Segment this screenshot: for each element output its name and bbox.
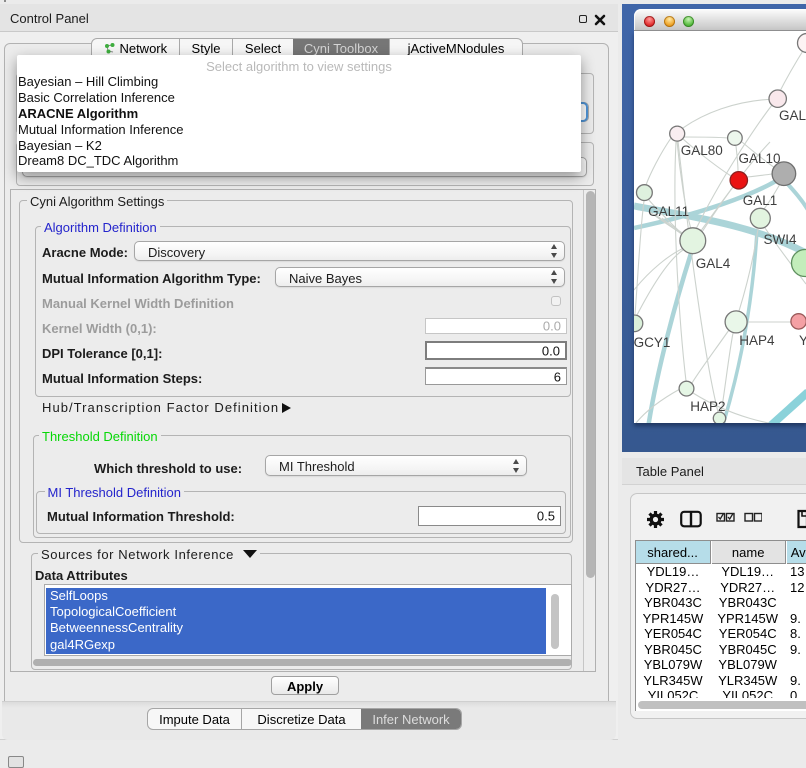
svg-text:GAL4: GAL4	[696, 256, 731, 271]
svg-text:YJ: YJ	[799, 333, 806, 348]
svg-text:SWI4: SWI4	[763, 232, 796, 247]
svg-text:GAL80: GAL80	[681, 143, 723, 158]
svg-text:GAL1: GAL1	[743, 193, 778, 208]
svg-text:HAP2: HAP2	[690, 399, 725, 414]
svg-text:HAP4: HAP4	[739, 333, 775, 348]
svg-text:GAL10: GAL10	[738, 151, 780, 166]
svg-text:GAL11: GAL11	[648, 204, 689, 219]
svg-text:GAL7: GAL7	[779, 108, 806, 123]
svg-text:GCY1: GCY1	[634, 335, 670, 350]
